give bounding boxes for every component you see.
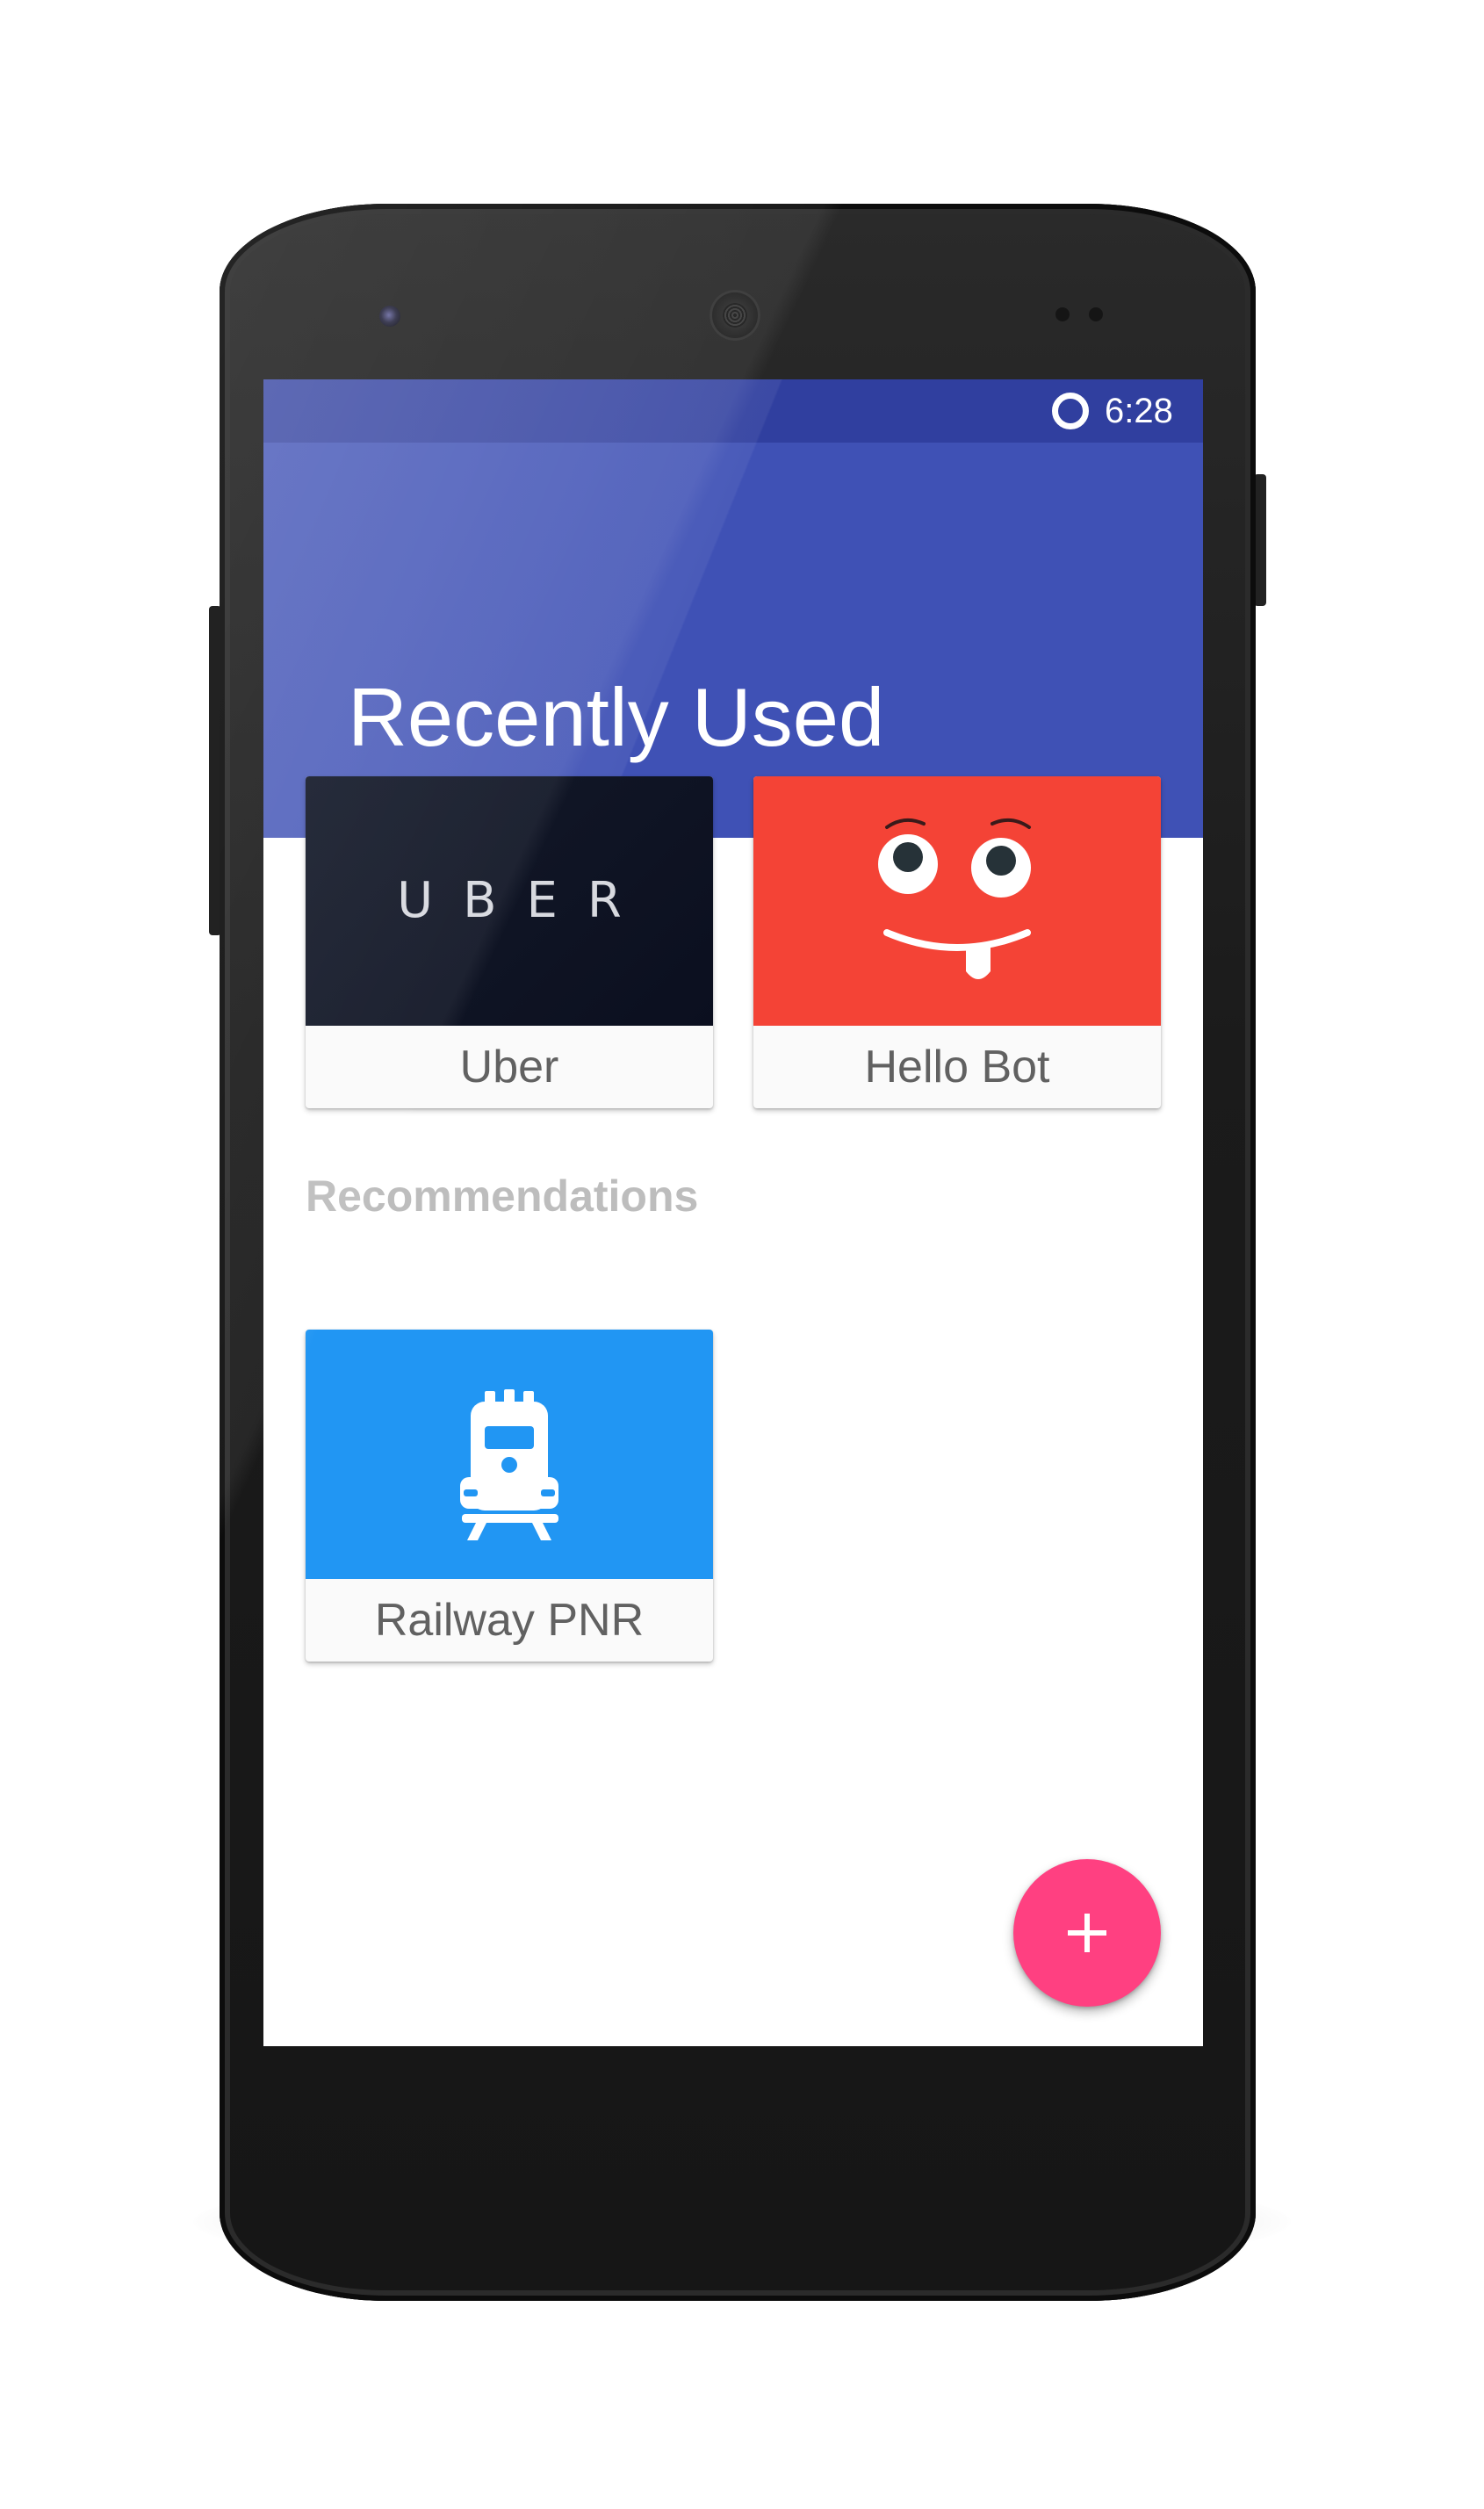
card-label-railway-pnr: Railway PNR bbox=[374, 1595, 645, 1646]
plus-icon bbox=[1068, 1914, 1106, 1952]
railway-logo-image bbox=[306, 1330, 713, 1579]
sync-ring-icon bbox=[1052, 393, 1089, 429]
uber-wordmark: UBER bbox=[397, 872, 652, 929]
front-camera bbox=[379, 306, 400, 327]
power-key bbox=[1254, 474, 1266, 606]
recommendations-heading: Recommendations bbox=[306, 1172, 699, 1221]
add-fab-button[interactable] bbox=[1013, 1859, 1161, 2007]
uber-logo-image: UBER bbox=[306, 776, 713, 1026]
app-card-hello-bot[interactable]: Hello Bot bbox=[753, 776, 1161, 1108]
train-icon bbox=[460, 1389, 558, 1540]
page-title: Recently Used bbox=[348, 671, 885, 763]
app-card-railway-pnr[interactable]: Railway PNR bbox=[306, 1330, 713, 1662]
light-sensor bbox=[1089, 307, 1103, 321]
earpiece-speaker bbox=[710, 290, 760, 341]
card-label-hello-bot: Hello Bot bbox=[864, 1042, 1050, 1092]
app-screen: 6:28 Recently Used UBER Uber Hello Bot R… bbox=[263, 379, 1203, 2046]
app-card-uber[interactable]: UBER Uber bbox=[306, 776, 713, 1108]
hello-bot-logo-image bbox=[753, 776, 1161, 1026]
status-time: 6:28 bbox=[1105, 392, 1173, 430]
status-bar: 6:28 bbox=[263, 379, 1203, 443]
proximity-sensor bbox=[1055, 307, 1070, 321]
bot-face-icon bbox=[878, 818, 1031, 979]
card-label-uber: Uber bbox=[459, 1042, 559, 1092]
